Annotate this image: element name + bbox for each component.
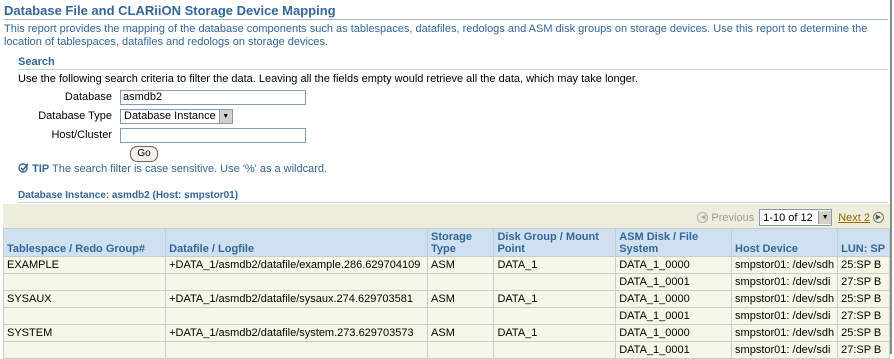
table-cell: +DATA_1/asmdb2/datafile/sysaux.274.62970… xyxy=(165,290,429,308)
table-cell: SYSAUX xyxy=(2,290,167,308)
table-row: SYSAUX +DATA_1/asmdb2/datafile/sysaux.27… xyxy=(2,290,890,308)
table-cell: smpstor01: /dev/sdi xyxy=(731,341,839,359)
table-row: EXAMPLE +DATA_1/asmdb2/datafile/example.… xyxy=(2,256,890,274)
table-cell xyxy=(493,341,617,359)
table-cell: EXAMPLE xyxy=(2,256,167,274)
table-cell xyxy=(165,307,429,325)
page-title: Database File and CLARiiON Storage Devic… xyxy=(4,3,336,18)
table-cell xyxy=(2,273,167,291)
instance-title: Database Instance: asmdb2 (Host: smpstor… xyxy=(18,190,239,201)
table-cell: 27:SP B xyxy=(837,341,890,359)
table-cell: ASM xyxy=(427,256,495,274)
table-row: SYSTEM +DATA_1/asmdb2/datafile/system.27… xyxy=(2,324,890,342)
next-link[interactable]: Next 2 xyxy=(838,212,870,224)
database-label: Database xyxy=(64,91,112,103)
host-cluster-label: Host/Cluster xyxy=(51,129,112,141)
table-header-row: Tablespace / Redo Group# Datafile / Logf… xyxy=(2,228,890,257)
table-cell: smpstor01: /dev/sdh xyxy=(731,290,839,308)
tip-text: The search filter is case sensitive. Use… xyxy=(52,163,328,175)
table-row: DATA_1_0001 smpstor01: /dev/sdi 27:SP B xyxy=(2,341,890,359)
table-row: DATA_1_0001 smpstor01: /dev/sdi 27:SP B xyxy=(2,273,890,291)
column-header[interactable]: LUN: SP xyxy=(837,228,890,257)
table-row: DATA_1_0001 smpstor01: /dev/sdi 27:SP B xyxy=(2,307,890,325)
page-range-select[interactable]: 1-10 of 12 ▼ xyxy=(759,209,833,226)
go-button[interactable]: Go xyxy=(130,146,158,162)
table-cell: 25:SP B xyxy=(837,324,890,342)
database-type-value: Database Instance xyxy=(124,110,216,122)
previous-arrow-icon: ◀ xyxy=(697,212,709,223)
search-heading: Search xyxy=(18,56,55,68)
table-cell xyxy=(427,341,495,359)
table-cell xyxy=(165,273,429,291)
column-header[interactable]: Tablespace / Redo Group# xyxy=(2,228,167,257)
table-cell: DATA_1_0000 xyxy=(615,256,733,274)
table-cell: ASM xyxy=(427,324,495,342)
table-cell: DATA_1_0001 xyxy=(615,307,733,325)
table-cell: smpstor01: /dev/sdh xyxy=(731,256,839,274)
table-cell xyxy=(165,341,429,359)
page-description: This report provides the mapping of the … xyxy=(4,23,868,48)
title-divider xyxy=(4,19,888,20)
host-row: Host/Cluster xyxy=(0,126,306,144)
column-header[interactable]: Host Device xyxy=(731,228,839,257)
search-instructions: Use the following search criteria to fil… xyxy=(18,73,638,85)
column-header[interactable]: Storage Type xyxy=(427,228,495,257)
database-row: Database xyxy=(0,88,306,106)
table-cell: smpstor01: /dev/sdi xyxy=(731,307,839,325)
table-cell: 25:SP B xyxy=(837,290,890,308)
column-header[interactable]: Disk Group / Mount Point xyxy=(493,228,617,257)
results-panel: ◀ Previous 1-10 of 12 ▼ Next 2 ▶ Tablesp… xyxy=(2,204,890,359)
checkmark-icon xyxy=(18,163,29,173)
table-cell: DATA_1_0000 xyxy=(615,324,733,342)
tip-label: TIP xyxy=(32,163,50,175)
table-cell: 27:SP B xyxy=(837,273,890,291)
table-cell xyxy=(427,307,495,325)
search-divider xyxy=(18,69,888,70)
chevron-down-icon[interactable]: ▼ xyxy=(218,109,232,123)
table-cell: DATA_1 xyxy=(493,290,617,308)
instance-divider xyxy=(18,202,888,203)
database-type-row: Database Type Database Instance ▼ xyxy=(0,107,233,125)
table-cell: smpstor01: /dev/sdh xyxy=(731,324,839,342)
table-cell xyxy=(427,273,495,291)
page-range-value: 1-10 of 12 xyxy=(763,211,813,224)
table-cell xyxy=(2,307,167,325)
column-header[interactable]: Datafile / Logfile xyxy=(165,228,429,257)
table-cell: ASM xyxy=(427,290,495,308)
table-cell: SYSTEM xyxy=(2,324,167,342)
table-cell: +DATA_1/asmdb2/datafile/example.286.6297… xyxy=(165,256,429,274)
table-cell: +DATA_1/asmdb2/datafile/system.273.62970… xyxy=(165,324,429,342)
table-cell: DATA_1 xyxy=(493,324,617,342)
table-cell xyxy=(493,273,617,291)
search-tip: TIP The search filter is case sensitive.… xyxy=(18,163,327,175)
table-cell xyxy=(493,307,617,325)
results-table: Tablespace / Redo Group# Datafile / Logf… xyxy=(2,228,890,359)
database-type-label: Database Type xyxy=(38,110,112,122)
table-cell: 25:SP B xyxy=(837,256,890,274)
chevron-down-icon[interactable]: ▼ xyxy=(818,211,832,224)
previous-link: Previous xyxy=(711,211,755,224)
table-cell: DATA_1_0000 xyxy=(615,290,733,308)
table-cell: smpstor01: /dev/sdi xyxy=(731,273,839,291)
table-cell: 27:SP B xyxy=(837,307,890,325)
database-input[interactable] xyxy=(120,89,306,105)
table-cell xyxy=(2,341,167,359)
table-cell: DATA_1_0001 xyxy=(615,341,733,359)
table-cell: DATA_1_0001 xyxy=(615,273,733,291)
host-cluster-input[interactable] xyxy=(120,127,306,143)
pagination: ◀ Previous 1-10 of 12 ▼ Next 2 ▶ xyxy=(697,209,884,226)
column-header[interactable]: ASM Disk / File System xyxy=(615,228,733,257)
table-cell: DATA_1 xyxy=(493,256,617,274)
database-type-select[interactable]: Database Instance ▼ xyxy=(120,108,233,124)
next-arrow-icon[interactable]: ▶ xyxy=(873,212,884,223)
